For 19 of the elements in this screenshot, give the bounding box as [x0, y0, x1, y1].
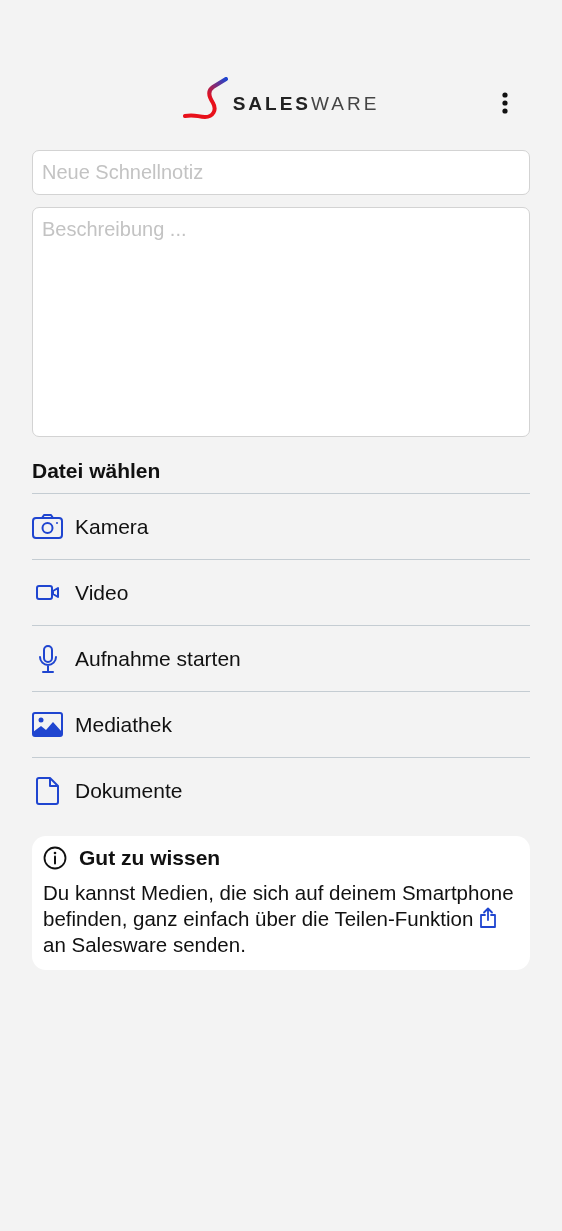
info-icon [43, 846, 67, 870]
section-title: Datei wählen [32, 459, 162, 484]
info-title: Gut zu wissen [79, 846, 221, 870]
more-menu-button[interactable] [500, 90, 510, 116]
logo-text: SALES WARE [232, 93, 380, 115]
file-option-item[interactable]: Aufnahme starten [32, 626, 530, 692]
document-icon [35, 777, 60, 805]
camera-icon [32, 514, 63, 539]
microphone-icon [37, 644, 58, 673]
file-option-item[interactable]: Mediathek [32, 692, 530, 758]
file-option-item[interactable]: Dokumente [32, 758, 530, 824]
file-option-item[interactable]: Kamera [32, 494, 530, 560]
file-option-item[interactable]: Video [32, 560, 530, 626]
title-input-field[interactable]: Neue Schnellnotiz [32, 150, 530, 195]
description-field[interactable]: Beschreibung ... [32, 207, 530, 437]
image-icon [32, 712, 63, 737]
share-icon [479, 907, 498, 929]
info-text: Du kannst Medien, die sich auf deinem Smartphone befinden, ganz einfach über die Teilen-Funktion an Salesware senden. [43, 880, 515, 958]
video-camera-icon [35, 585, 60, 600]
